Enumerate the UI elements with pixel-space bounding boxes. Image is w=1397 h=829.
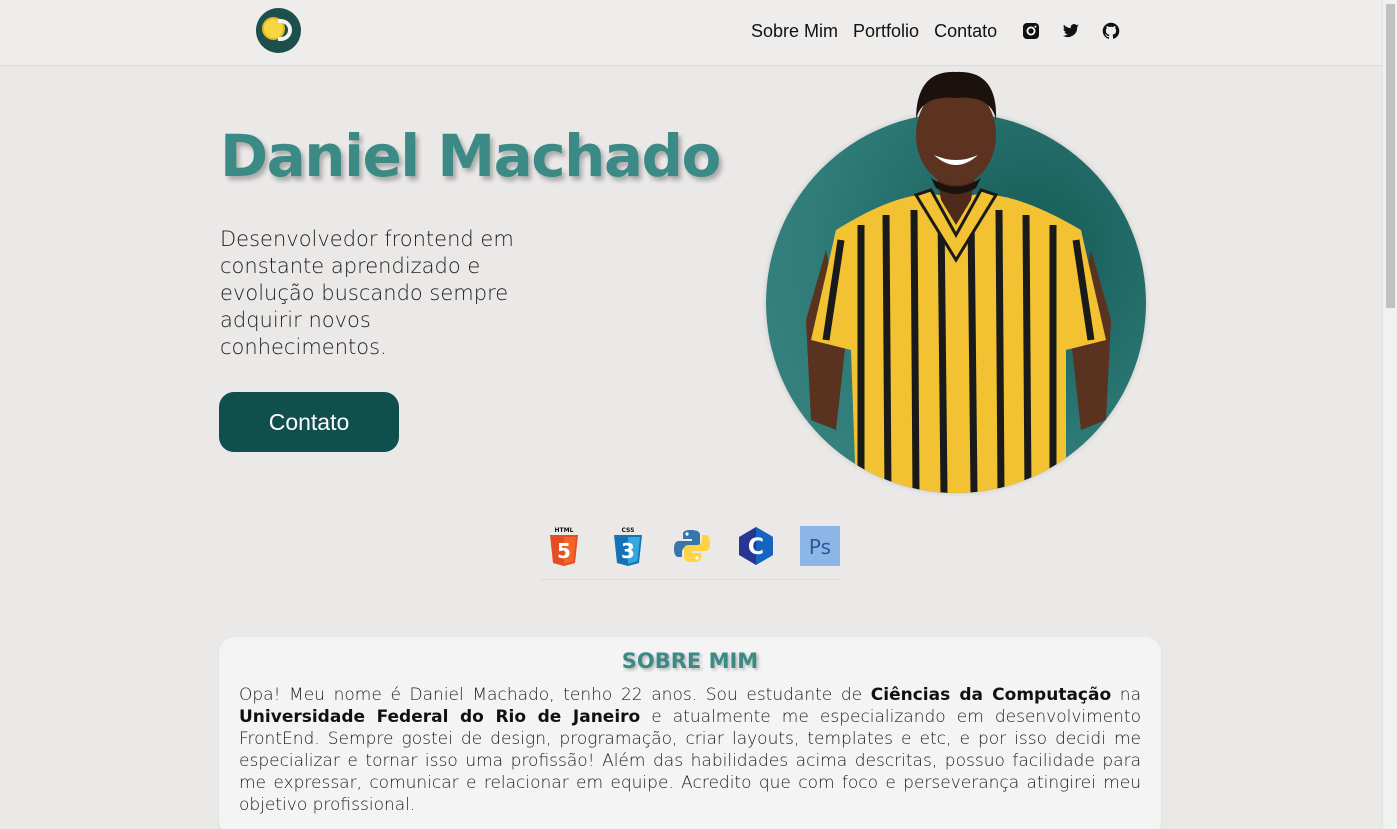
svg-text:C: C: [748, 535, 764, 560]
nav-link-sobre-mim[interactable]: Sobre Mim: [751, 21, 838, 42]
top-navigation-bar: Sobre Mim Portfolio Contato: [0, 0, 1382, 66]
svg-text:HTML: HTML: [555, 527, 574, 534]
svg-text:5: 5: [557, 539, 571, 563]
logo[interactable]: [256, 8, 301, 53]
about-title: SOBRE MIM: [621, 649, 759, 673]
main-nav: Sobre Mim Portfolio Contato: [751, 19, 1132, 43]
python-icon: [672, 526, 712, 566]
skills-row: HTML 5 CSS 3 C Ps: [540, 526, 840, 580]
about-section: SOBRE MIM Opa! Meu nome é Daniel Machado…: [219, 637, 1161, 829]
scrollbar-thumb[interactable]: [1386, 4, 1395, 308]
github-icon[interactable]: [1102, 22, 1120, 40]
about-highlight-university: Universidade Federal do Rio de Janeiro: [239, 707, 641, 727]
photoshop-icon: Ps: [800, 526, 840, 566]
profile-photo: [766, 60, 1146, 493]
nav-link-portfolio[interactable]: Portfolio: [853, 21, 919, 42]
c-language-icon: C: [736, 526, 776, 566]
about-text-part-2: na: [1111, 685, 1141, 705]
svg-text:CSS: CSS: [622, 527, 635, 534]
about-highlight-course: Ciências da Computação: [870, 685, 1112, 705]
nav-link-contato[interactable]: Contato: [934, 21, 997, 42]
hero-name: Daniel Machado: [220, 122, 721, 190]
logo-letter-d: [278, 19, 292, 41]
about-text-part-1: Opa! Meu nome é Daniel Machado, tenho 22…: [239, 685, 871, 705]
html5-icon: HTML 5: [544, 526, 584, 566]
page-scrollbar[interactable]: [1382, 0, 1397, 829]
svg-text:Ps: Ps: [809, 535, 831, 559]
svg-text:3: 3: [621, 539, 635, 563]
about-text: Opa! Meu nome é Daniel Machado, tenho 22…: [239, 684, 1141, 816]
css3-icon: CSS 3: [608, 526, 648, 566]
twitter-icon[interactable]: [1062, 22, 1080, 40]
hero-description: Desenvolvedor frontend em constante apre…: [220, 227, 514, 359]
instagram-icon[interactable]: [1022, 22, 1040, 40]
contact-button[interactable]: Contato: [219, 392, 399, 452]
